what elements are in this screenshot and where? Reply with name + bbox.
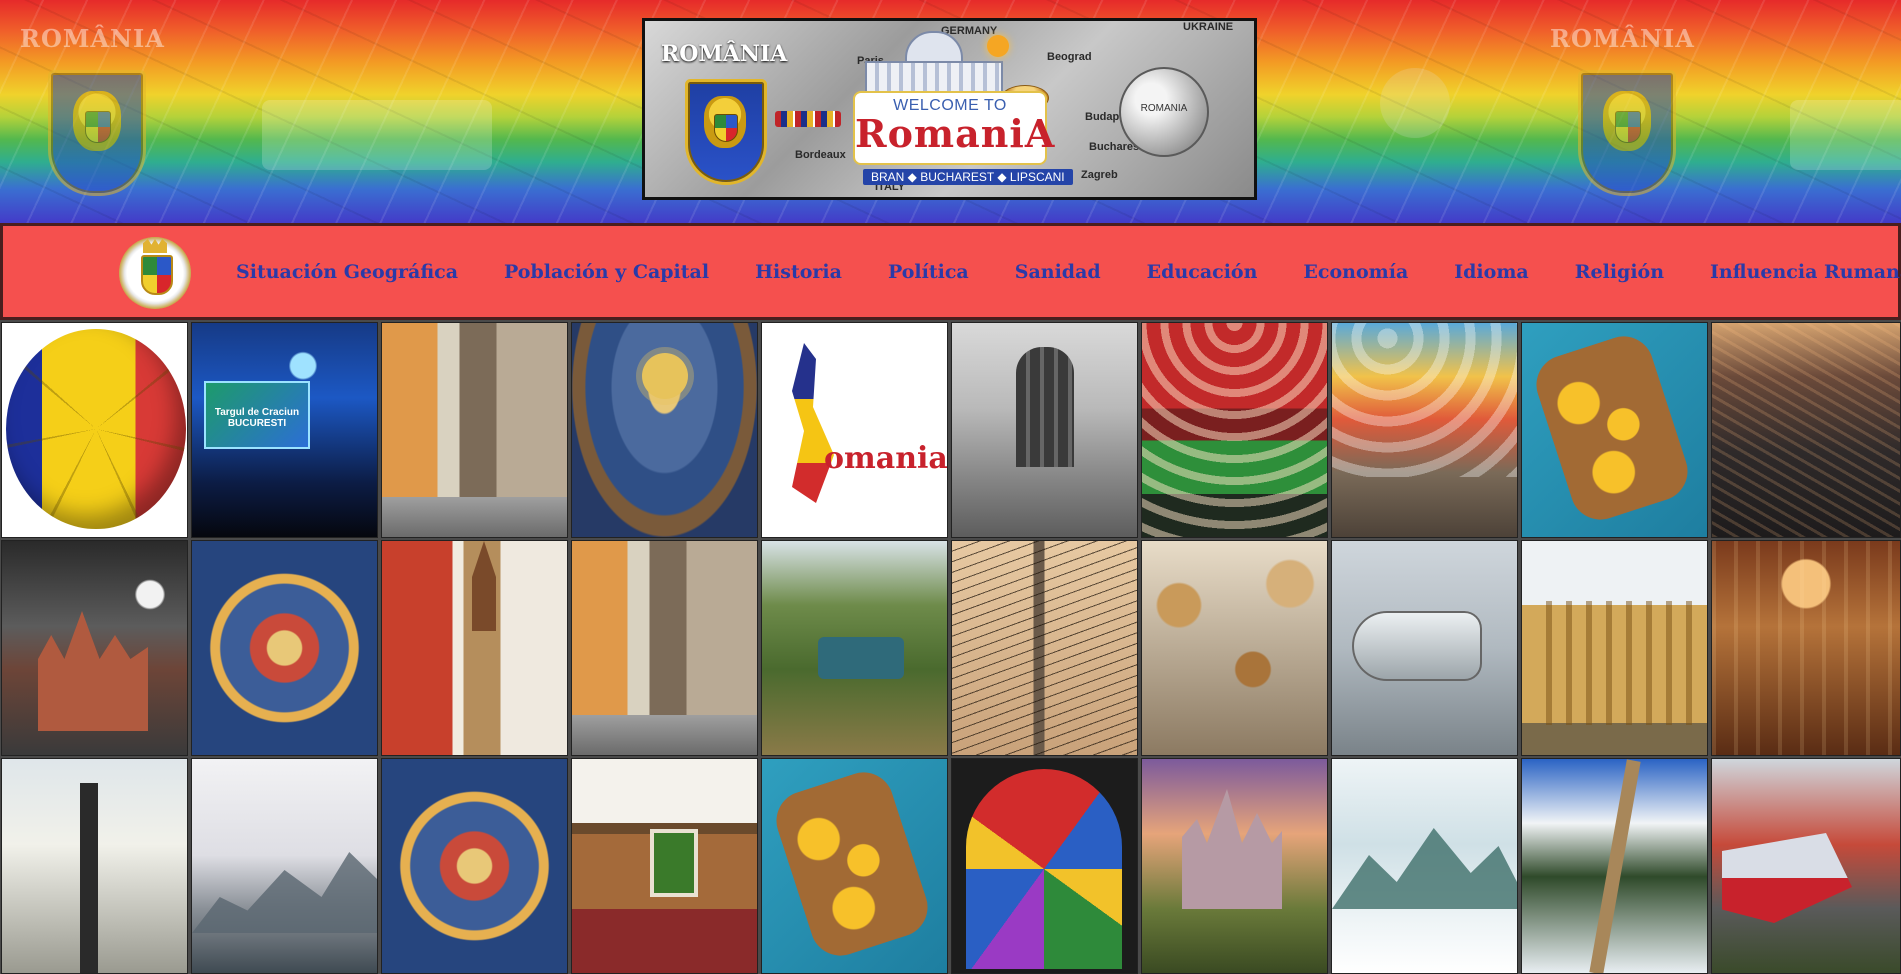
embroidery-icon	[775, 111, 841, 127]
brand-wordmark: RomaniA	[855, 111, 1056, 156]
gallery-image-romania-logo[interactable]: omania	[761, 322, 948, 538]
gallery-image-sighisoara-houses[interactable]	[381, 540, 568, 756]
logo-wordmark: omania	[824, 441, 948, 476]
welcome-banner-image: GERMANY UKRAINE Budapest Bucharest Zagre…	[642, 18, 1257, 200]
gallery-image-concert-bucharest[interactable]: Targul de Craciun BUCURESTI	[191, 322, 378, 538]
coat-of-arms-icon	[1578, 70, 1676, 196]
nav-item-idioma[interactable]: Idioma	[1454, 261, 1528, 283]
ghost-title-left: ROMÂNIA	[20, 24, 165, 53]
nav-item-religion[interactable]: Religión	[1575, 261, 1664, 283]
header-banner: ROMÂNIA ROMÂNIA GERMANY UKRAINE Budapest…	[0, 0, 1901, 225]
ghost-welcome-sign	[1790, 100, 1901, 170]
sun-icon	[987, 35, 1009, 57]
gallery-image-misty-mountains[interactable]	[191, 758, 378, 974]
gallery-image-old-town-street[interactable]	[381, 322, 568, 538]
gallery-image-painted-dome-2[interactable]	[381, 758, 568, 974]
feature-title: ROMÂNIA	[661, 41, 788, 67]
ghost-welcome-sign	[262, 100, 492, 170]
welcome-sign: WELCOME TO RomaniA	[853, 91, 1056, 165]
coin-icon: ROMANIA	[1119, 67, 1209, 157]
coat-of-arms-logo-icon[interactable]	[119, 237, 191, 309]
concert-screen-text: Targul de Craciun BUCURESTI	[214, 407, 300, 429]
gallery-image-church-fresco[interactable]	[571, 322, 758, 538]
gallery-image-old-town-street-2[interactable]	[571, 540, 758, 756]
nav-item-politica[interactable]: Política	[888, 261, 969, 283]
nav-item-historia[interactable]: Historia	[755, 261, 842, 283]
gallery-image-traditional-food-platter-2[interactable]	[761, 758, 948, 974]
nav-item-educacion[interactable]: Educación	[1147, 261, 1258, 283]
coin-text: ROMANIA	[1140, 103, 1188, 114]
gallery-image-snowy-mountains[interactable]	[1331, 758, 1518, 974]
nav-item-influencia-rumana[interactable]: Influencia Rumana	[1710, 261, 1901, 283]
coat-of-arms-icon	[685, 79, 767, 185]
gallery-image-traditional-interior[interactable]	[571, 758, 758, 974]
gallery-image-painted-dome[interactable]	[191, 540, 378, 756]
gallery-image-red-trains[interactable]	[1711, 758, 1901, 974]
ghost-title-right: ROMÂNIA	[1550, 24, 1695, 53]
gallery-image-heroes-monument[interactable]	[951, 322, 1138, 538]
ghost-coin-icon	[1380, 68, 1450, 138]
gallery-image-forest-road[interactable]	[1521, 758, 1708, 974]
nav-item-economia[interactable]: Economía	[1303, 261, 1408, 283]
nav-item-poblacion-y-capital[interactable]: Población y Capital	[504, 261, 709, 283]
gallery-image-city-aerial[interactable]	[1711, 322, 1901, 538]
gallery-image-castle-at-night[interactable]	[1, 540, 188, 756]
gallery-image-corvin-castle[interactable]	[1141, 758, 1328, 974]
gallery-image-colorful-umbrellas[interactable]	[1331, 322, 1518, 538]
gallery-image-stained-glass-window[interactable]	[951, 758, 1138, 974]
coat-of-arms-icon	[48, 70, 146, 196]
map-label: Beograd	[1047, 51, 1092, 63]
gallery-image-city-hall[interactable]	[1521, 540, 1708, 756]
gallery-image-cookies-market[interactable]	[1141, 540, 1328, 756]
gallery-image-abandoned-jeep[interactable]	[761, 540, 948, 756]
map-label: UKRAINE	[1183, 21, 1234, 33]
photo-gallery: Targul de Craciun BUCURESTI omania	[0, 320, 1901, 974]
main-navigation: Situación Geográfica Población y Capital…	[0, 223, 1901, 320]
gallery-image-ornate-hall[interactable]	[1711, 540, 1901, 756]
gallery-image-traditional-food-platter[interactable]	[1521, 322, 1708, 538]
gallery-image-street-with-lamp[interactable]	[1, 758, 188, 974]
gallery-image-tangled-wires[interactable]	[951, 540, 1138, 756]
places-caption: BRAN ◆ BUCHAREST ◆ LIPSCANI	[863, 169, 1073, 185]
map-label: Zagreb	[1081, 169, 1118, 181]
gallery-image-soccer-ball-flag[interactable]	[1, 322, 188, 538]
gallery-image-red-umbrellas-street[interactable]	[1141, 322, 1328, 538]
nav-item-sanidad[interactable]: Sanidad	[1015, 261, 1101, 283]
map-label: Bordeaux	[795, 149, 846, 161]
gallery-image-silver-airplane[interactable]	[1331, 540, 1518, 756]
nav-menu: Situación Geográfica Población y Capital…	[236, 226, 1901, 317]
nav-item-situacion-geografica[interactable]: Situación Geográfica	[236, 261, 458, 283]
